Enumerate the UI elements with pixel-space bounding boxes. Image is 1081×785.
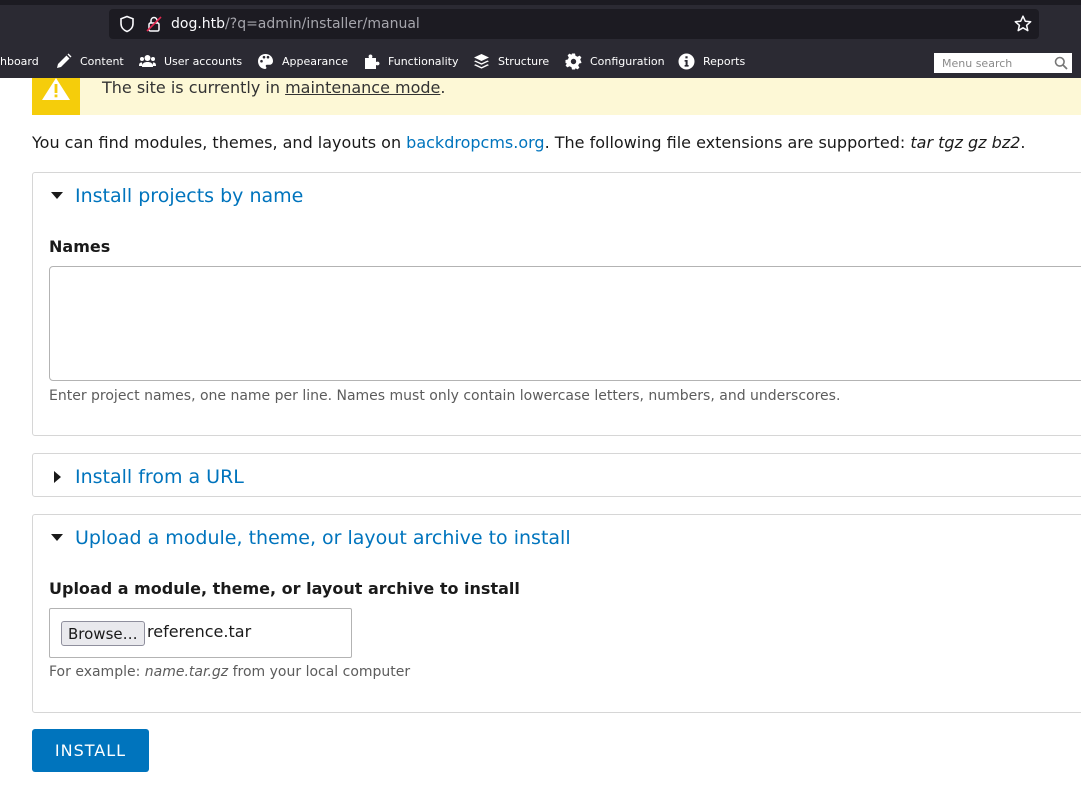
tracking-shield-icon[interactable] (118, 15, 136, 33)
admin-toolbar: hboard Content User accounts Appearance … (0, 45, 1081, 78)
admin-menu-dashboard[interactable]: hboard (0, 45, 39, 78)
fieldset-install-from-url: Install from a URL (32, 453, 1081, 497)
admin-menu-user-accounts[interactable]: User accounts (139, 45, 242, 78)
menu-search-box (934, 53, 1072, 73)
admin-menu-label: Functionality (388, 55, 459, 68)
admin-menu-reports[interactable]: Reports (678, 45, 745, 78)
pencil-icon (57, 53, 72, 68)
search-icon[interactable] (1054, 56, 1068, 70)
puzzle-icon (365, 54, 380, 69)
fieldset-legend: Install projects by name (75, 185, 304, 207)
intro-text-after: . (1020, 133, 1026, 152)
maintenance-message: The site is currently in maintenance mod… (32, 78, 1081, 115)
maintenance-text: The site is currently in maintenance mod… (102, 78, 445, 97)
fieldset-toggle-upload-archive[interactable]: Upload a module, theme, or layout archiv… (49, 527, 571, 549)
upload-description: For example: name.tar.gz from your local… (49, 664, 410, 680)
info-icon (678, 53, 695, 70)
admin-menu-label: Structure (498, 55, 550, 68)
browser-tab-strip-edge (0, 0, 1081, 5)
admin-menu-label: User accounts (164, 55, 243, 68)
fieldset-legend: Upload a module, theme, or layout archiv… (75, 527, 571, 549)
names-textarea[interactable] (49, 266, 1081, 381)
admin-menu-functionality[interactable]: Functionality (363, 45, 458, 78)
admin-menu-label: Content (80, 55, 124, 68)
admin-menu-label: Configuration (590, 55, 665, 68)
names-label: Names (49, 237, 111, 256)
browser-toolbar: dog.htb/?q=admin/installer/manual (0, 0, 1081, 45)
layers-icon (474, 54, 489, 69)
triangle-down-icon (51, 192, 63, 199)
fieldset-toggle-install-from-url[interactable]: Install from a URL (49, 466, 244, 488)
admin-menu-configuration[interactable]: Configuration (565, 45, 665, 78)
supported-extensions: tar tgz gz bz2 (910, 133, 1021, 152)
triangle-right-icon (54, 471, 61, 483)
users-icon (139, 55, 156, 67)
menu-search-input[interactable] (934, 53, 1052, 73)
admin-menu-label: hboard (0, 55, 39, 68)
admin-menu-label: Appearance (282, 55, 349, 68)
upload-desc-example: name.tar.gz (144, 664, 229, 680)
fieldset-legend: Install from a URL (75, 466, 244, 488)
fieldset-toggle-install-by-name[interactable]: Install projects by name (49, 185, 303, 207)
url-text[interactable]: dog.htb/?q=admin/installer/manual (171, 15, 420, 33)
admin-menu-content[interactable]: Content (55, 45, 124, 78)
upload-desc-before: For example: (49, 664, 145, 680)
url-path: /?q=admin/installer/manual (225, 16, 420, 32)
file-upload-field[interactable]: Browse… reference.tar (49, 608, 352, 658)
fieldset-upload-archive: Upload a module, theme, or layout archiv… (32, 514, 1081, 713)
maintenance-text-before: The site is currently in (102, 78, 286, 97)
gear-icon (565, 53, 582, 70)
maintenance-text-after: . (440, 78, 446, 97)
intro-text-before: You can find modules, themes, and layout… (32, 133, 407, 152)
upload-desc-after: from your local computer (228, 664, 411, 680)
warning-badge (32, 78, 80, 115)
palette-icon (258, 54, 273, 69)
bookmark-star-icon[interactable] (1013, 14, 1033, 34)
names-description: Enter project names, one name per line. … (49, 388, 841, 404)
url-host: dog.htb (171, 16, 226, 32)
insecure-lock-icon[interactable] (145, 15, 163, 33)
upload-label: Upload a module, theme, or layout archiv… (49, 579, 520, 598)
intro-text: You can find modules, themes, and layout… (32, 133, 1025, 153)
admin-menu-label: Reports (703, 55, 746, 68)
admin-menu-appearance[interactable]: Appearance (257, 45, 348, 78)
backdropcms-link[interactable]: backdropcms.org (406, 133, 544, 152)
intro-text-middle: . The following file extensions are supp… (544, 133, 911, 152)
selected-file-name: reference.tar (147, 622, 252, 641)
warning-icon (42, 78, 70, 100)
triangle-down-icon (51, 534, 63, 541)
admin-menu-structure[interactable]: Structure (473, 45, 549, 78)
fieldset-install-by-name: Install projects by name Names Enter pro… (32, 172, 1081, 436)
install-button[interactable]: INSTALL (32, 729, 149, 772)
url-bar[interactable]: dog.htb/?q=admin/installer/manual (109, 9, 1039, 39)
maintenance-mode-link[interactable]: maintenance mode (285, 78, 440, 97)
browse-button[interactable]: Browse… (61, 621, 145, 646)
